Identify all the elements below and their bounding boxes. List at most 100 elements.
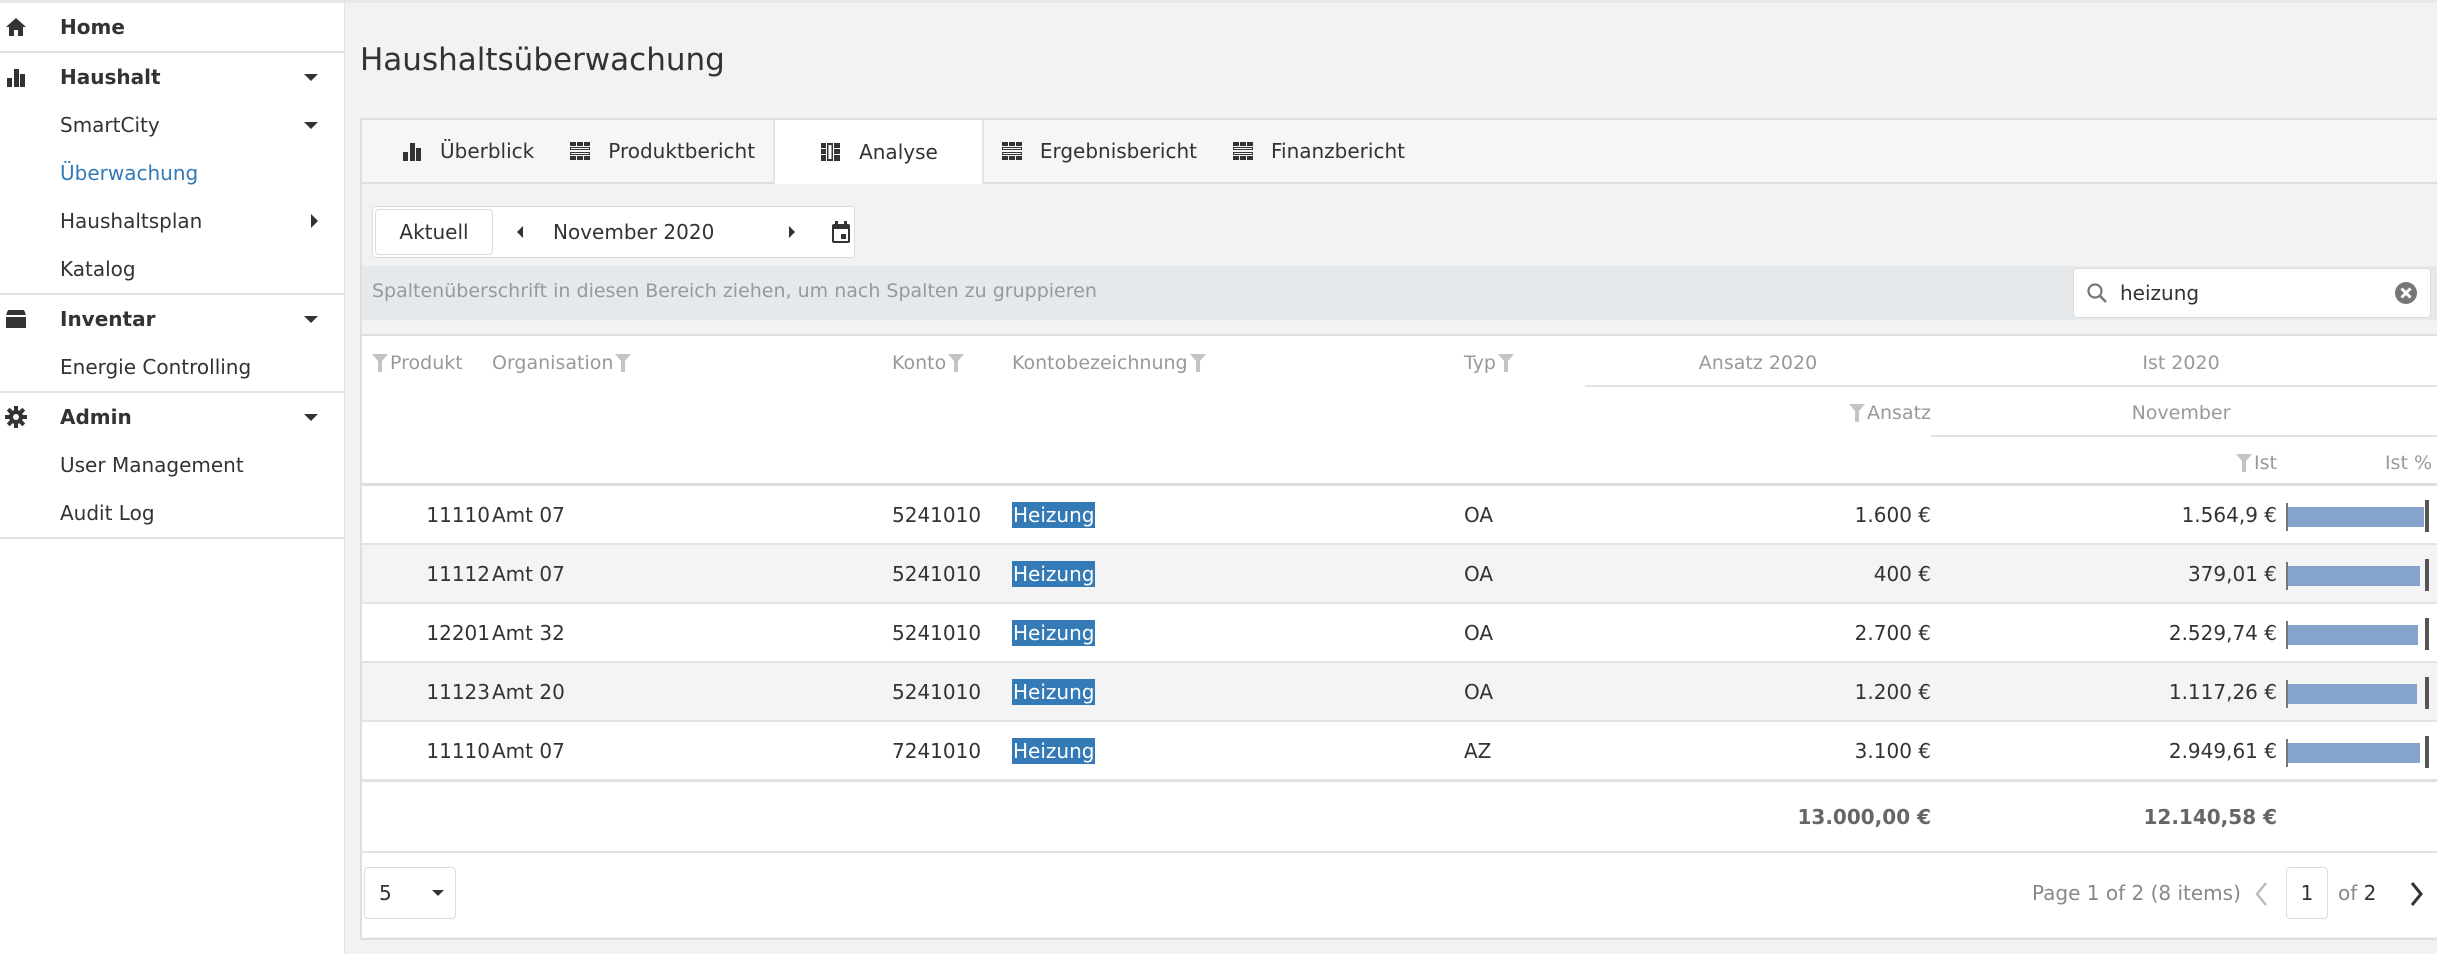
bar-target-marker <box>2425 559 2429 591</box>
sidebar-item-inventar[interactable]: Inventar <box>0 295 344 343</box>
cell-typ: AZ <box>1464 738 1492 763</box>
tab-produktbericht[interactable]: Produktbericht <box>552 120 773 182</box>
column-header-ist-percent[interactable]: Ist % <box>2277 448 2432 478</box>
tab-überblick[interactable]: Überblick <box>362 120 552 182</box>
caret-down-icon[interactable] <box>304 73 318 81</box>
caret-right-icon[interactable] <box>311 214 318 228</box>
search-highlight: Heizung <box>1012 678 1096 705</box>
sidebar-item-smartcity[interactable]: SmartCity <box>0 101 344 149</box>
sidebar-item-label: Inventar <box>60 307 156 331</box>
total-pages: 2 <box>2363 881 2377 905</box>
total-ansatz: 13.000,00 € <box>1797 805 1932 829</box>
column-label: Typ <box>1464 352 1496 374</box>
column-header-typ[interactable]: Typ <box>1464 348 1516 378</box>
column-label: Ansatz <box>1866 402 1931 424</box>
filter-icon[interactable] <box>1848 404 1865 422</box>
sidebar-item-label: Audit Log <box>60 501 155 525</box>
cell-konto: 5241010 <box>892 620 982 645</box>
group-panel[interactable]: Spaltenüberschrift in diesen Bereich zie… <box>362 266 2437 320</box>
bar-chart-icon <box>4 65 28 89</box>
current-period-button[interactable]: Aktuell <box>375 209 493 255</box>
column-header-organisation[interactable]: Organisation <box>492 348 633 378</box>
sidebar-group: Inventar Energie Controlling <box>0 295 344 393</box>
sidebar-item-haushalt[interactable]: Haushalt <box>0 53 344 101</box>
bar-target-marker <box>2425 500 2429 532</box>
table-row[interactable]: 11123 Amt 20 5241010 Heizung OA 1.200 € 1.117,… <box>362 663 2437 722</box>
report-panel: Überblick Produktbericht Analyse Ergebnisbe… <box>360 118 2437 940</box>
calendar-icon[interactable] <box>831 220 851 244</box>
bar-fill <box>2288 625 2418 645</box>
pager: 5 Page 1 of 2 (8 items) 1 of 2 <box>362 853 2437 937</box>
page-size-value: 5 <box>379 881 392 905</box>
caret-down-icon[interactable] <box>304 315 318 323</box>
filter-icon[interactable] <box>1189 354 1206 372</box>
sidebar-item-admin[interactable]: Admin <box>0 393 344 441</box>
bar-fill <box>2288 566 2420 586</box>
sidebar-item-katalog[interactable]: Katalog <box>0 245 344 293</box>
sidebar-item-label: Haushalt <box>60 65 161 89</box>
column-label: Produkt <box>390 352 463 374</box>
search-highlight: Heizung <box>1012 501 1096 528</box>
gear-icon <box>4 405 28 429</box>
sidebar-item-label: Energie Controlling <box>60 355 252 379</box>
page-title: Haushaltsüberwachung <box>360 42 725 78</box>
filter-icon[interactable] <box>1497 354 1514 372</box>
column-header-ansatz[interactable]: Ansatz <box>1585 398 1931 428</box>
chevron-down-icon <box>431 890 444 896</box>
filter-icon[interactable] <box>2236 454 2253 472</box>
search-input[interactable] <box>2120 281 2380 305</box>
sidebar-item-user-management[interactable]: User Management <box>0 441 344 489</box>
tab-analyse[interactable]: Analyse <box>773 120 984 184</box>
sidebar-item-label: Überwachung <box>60 161 199 185</box>
column-header-ist[interactable]: Ist <box>1931 448 2277 478</box>
next-page-icon[interactable] <box>2406 879 2426 909</box>
search-highlight: Heizung <box>1012 619 1096 646</box>
sidebar-item-überwachung[interactable]: Überwachung <box>0 149 344 197</box>
previous-page-icon[interactable] <box>2252 879 2272 909</box>
cell-produkt: 11112 <box>426 561 490 586</box>
next-period-icon[interactable] <box>789 226 795 238</box>
ist-percent-bar <box>2286 677 2432 709</box>
search-box <box>2073 268 2431 318</box>
sidebar: Home Haushalt SmartCity Überwachung Haushalt… <box>0 0 345 954</box>
tab-finanzbericht[interactable]: Finanzbericht <box>1215 120 1423 182</box>
column-label: Ist <box>2254 452 2277 474</box>
cell-organisation: Amt 07 <box>492 502 565 527</box>
previous-period-icon[interactable] <box>517 226 523 238</box>
cell-typ: OA <box>1464 679 1494 704</box>
filter-icon[interactable] <box>615 354 632 372</box>
header-divider <box>1585 385 2437 387</box>
column-group-month: November <box>2131 402 2231 424</box>
filter-icon[interactable] <box>948 354 965 372</box>
table-row[interactable]: 12201 Amt 32 5241010 Heizung OA 2.700 € 2.529,… <box>362 604 2437 663</box>
tab-ergebnisbericht[interactable]: Ergebnisbericht <box>984 120 1215 182</box>
bar-chart-icon <box>402 141 422 161</box>
sidebar-item-haushaltsplan[interactable]: Haushaltsplan <box>0 197 344 245</box>
caret-down-icon[interactable] <box>304 413 318 421</box>
page-size-select[interactable]: 5 <box>364 867 456 919</box>
page-number-input[interactable]: 1 <box>2286 867 2328 919</box>
clear-search-icon[interactable] <box>2394 281 2418 305</box>
period-toolbar: Aktuell November 2020 <box>372 206 855 258</box>
column-header-konto[interactable]: Konto <box>892 348 966 378</box>
sidebar-group: Admin User Management Audit Log <box>0 393 344 539</box>
table-row[interactable]: 11110 Amt 07 5241010 Heizung OA 1.600 € 1.564,… <box>362 486 2437 545</box>
table-row[interactable]: 11110 Amt 07 7241010 Heizung AZ 3.100 € 2.949,… <box>362 722 2437 781</box>
caret-down-icon[interactable] <box>304 121 318 129</box>
ist-percent-bar <box>2286 618 2432 650</box>
cell-typ: OA <box>1464 620 1494 645</box>
filter-icon[interactable] <box>372 354 388 372</box>
sidebar-item-energie-controlling[interactable]: Energie Controlling <box>0 343 344 391</box>
sidebar-item-audit-log[interactable]: Audit Log <box>0 489 344 537</box>
table-row[interactable]: 11112 Amt 07 5241010 Heizung OA 400 € 379,01 € <box>362 545 2437 604</box>
column-header-kontobezeichnung[interactable]: Kontobezeichnung <box>1012 348 1208 378</box>
cell-organisation: Amt 20 <box>492 679 565 704</box>
cell-konto: 5241010 <box>892 502 982 527</box>
search-highlight: Heizung <box>1012 737 1096 764</box>
period-display[interactable]: November 2020 <box>553 220 753 244</box>
column-header-produkt[interactable]: Produkt <box>370 348 463 378</box>
cell-bezeichnung: Heizung <box>1012 486 1312 543</box>
sidebar-item-home[interactable]: Home <box>0 3 344 51</box>
pivot-icon <box>821 142 841 162</box>
archive-icon <box>4 307 28 331</box>
